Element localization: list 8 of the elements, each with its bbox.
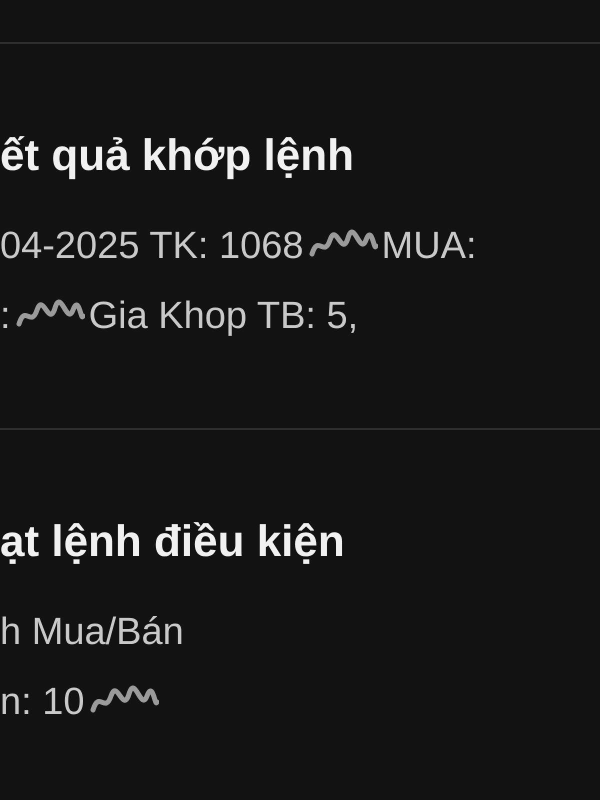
notification-text: h Mua/Bán bbox=[0, 610, 184, 655]
notification-text: : bbox=[0, 294, 11, 339]
notification-text: 04-2025 TK: 1068 bbox=[0, 224, 304, 269]
notification-text: MUA: bbox=[382, 224, 477, 269]
notification-title: ết quả khớp lệnh bbox=[0, 130, 354, 182]
notification-title: ạt lệnh điều kiện bbox=[0, 516, 345, 568]
notification-text: Gia Khop TB: 5, bbox=[88, 294, 358, 339]
notification-text: n: 10 bbox=[0, 680, 85, 725]
